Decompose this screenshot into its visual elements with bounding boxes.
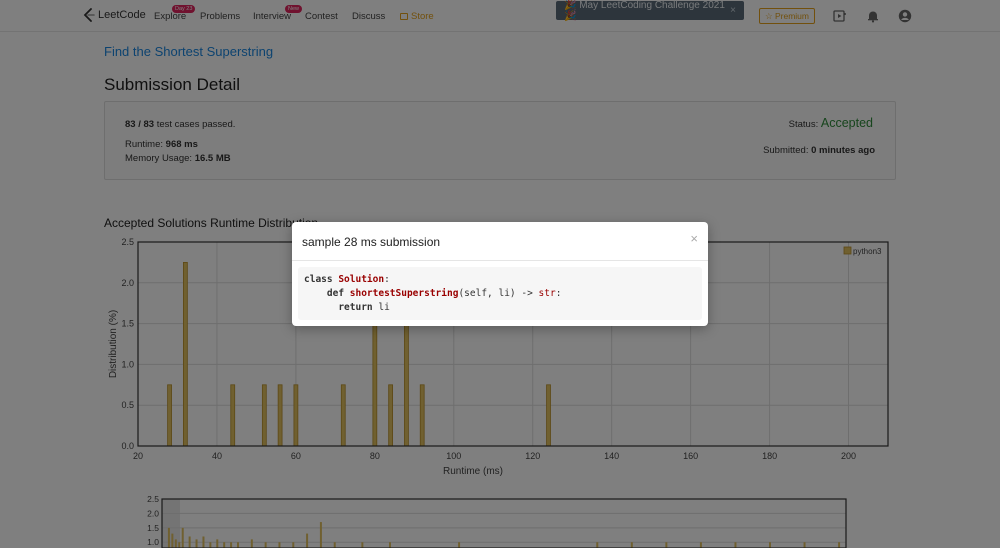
code-line: return li [304, 301, 696, 315]
code-token: Solution [338, 274, 385, 285]
code-block: class Solution: def shortestSuperstring(… [298, 267, 702, 320]
code-token: (self, li) -> [458, 288, 539, 299]
modal-divider [292, 260, 708, 261]
modal-title: sample 28 ms submission [302, 235, 441, 249]
code-token: : [384, 274, 390, 285]
code-token: shortestSuperstring [349, 288, 459, 299]
code-token: return [304, 302, 379, 313]
code-token: class [304, 274, 339, 285]
code-token: li [378, 302, 390, 313]
code-token: def [304, 288, 350, 299]
code-token: str [538, 288, 556, 299]
modal-close-icon[interactable]: × [690, 231, 698, 246]
code-line: def shortestSuperstring(self, li) -> str… [304, 287, 696, 301]
code-line: class Solution: [304, 273, 696, 287]
sample-submission-modal: sample 28 ms submission × class Solution… [292, 222, 708, 326]
code-token: : [555, 288, 562, 299]
